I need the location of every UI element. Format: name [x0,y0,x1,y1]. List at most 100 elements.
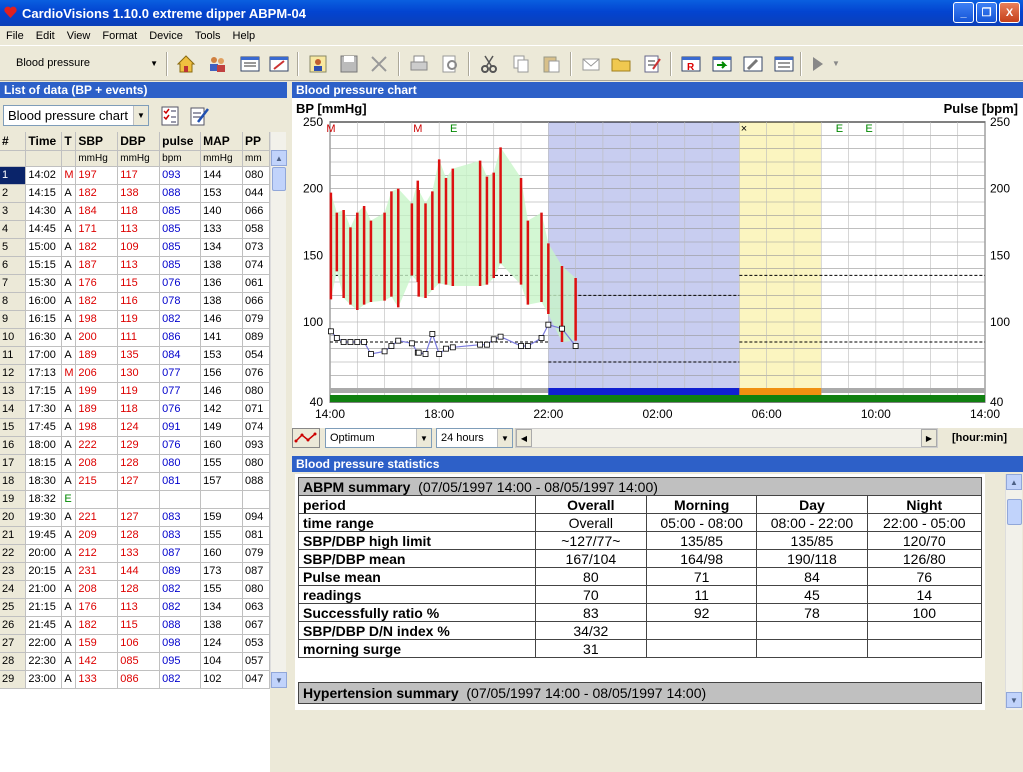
minimize-button[interactable]: _ [953,2,974,23]
table-row[interactable]: 11 17:00 A 189 135 084 153 054 [0,346,270,365]
menu-help[interactable]: Help [227,30,262,42]
edit-record-button[interactable] [266,51,292,77]
table-row[interactable]: 19 18:32 E [0,490,270,509]
table-row[interactable]: 1 14:02 M 197 117 093 144 080 [0,166,270,185]
table-cell: 087 [242,562,270,581]
table-row[interactable]: 13 17:15 A 199 119 077 146 080 [0,382,270,401]
column-header[interactable]: MAP [200,132,243,151]
table-cell: 212 [75,544,119,563]
edit-data-button[interactable] [186,103,212,129]
copy-button[interactable] [508,51,534,77]
column-header[interactable]: T [61,132,77,151]
table-cell: 155 [200,454,243,473]
table-row[interactable]: 21 19:45 A 209 128 083 155 081 [0,526,270,545]
menu-view[interactable]: View [61,30,97,42]
scroll-down-button[interactable]: ▼ [271,672,287,688]
paste-button[interactable] [538,51,564,77]
table-row[interactable]: 5 15:00 A 182 109 085 134 073 [0,238,270,257]
summary-cell: 45 [756,585,868,604]
import-button[interactable] [709,51,735,77]
home-button[interactable] [173,51,199,77]
scroll-down-button[interactable]: ▼ [1006,692,1022,708]
run-button[interactable] [804,51,830,77]
column-header[interactable]: # [0,132,27,151]
mail-button[interactable] [578,51,604,77]
table-row[interactable]: 14 17:30 A 189 118 076 142 071 [0,400,270,419]
col-overall: Overall [534,495,648,514]
scroll-right-button[interactable]: ▶ [921,429,937,447]
chart-style-button[interactable] [292,428,320,448]
table-cell: 12 [0,364,27,383]
table-row[interactable]: 8 16:00 A 182 116 078 138 066 [0,292,270,311]
y-axis-label: BP [mmHg] [296,101,367,116]
table-row[interactable]: 10 16:30 A 200 111 086 141 089 [0,328,270,347]
menu-device[interactable]: Device [143,30,189,42]
scheme-select[interactable]: Optimum ▼ [325,428,432,448]
table-row[interactable]: 4 14:45 A 171 113 085 133 058 [0,220,270,239]
column-header[interactable]: PP [242,132,270,151]
report-button[interactable] [639,51,665,77]
table-row[interactable]: 7 15:30 A 176 115 076 136 061 [0,274,270,293]
menu-file[interactable]: File [0,30,30,42]
table-row[interactable]: 28 22:30 A 142 085 095 104 057 [0,652,270,671]
table-row[interactable]: 23 20:15 A 231 144 089 173 087 [0,562,270,581]
table-row[interactable]: 6 15:15 A 187 113 085 138 074 [0,256,270,275]
patient-card-button[interactable] [305,51,331,77]
menu-edit[interactable]: Edit [30,30,61,42]
table-row[interactable]: 27 22:00 A 159 106 098 124 053 [0,634,270,653]
delete-button[interactable] [366,51,392,77]
table-row[interactable]: 29 23:00 A 133 086 082 102 047 [0,670,270,689]
table-row[interactable]: 2 14:15 A 182 138 088 153 044 [0,184,270,203]
save-button[interactable] [336,51,362,77]
scroll-thumb[interactable] [272,167,286,191]
data-table-scrollbar[interactable]: ▲ ▼ [270,132,287,688]
table-cell: A [61,400,77,419]
print-preview-button[interactable] [437,51,463,77]
menu-tools[interactable]: Tools [189,30,227,42]
run-dropdown-icon[interactable]: ▼ [832,59,840,68]
bp-chart[interactable]: BP [mmHg] Pulse [bpm]250 250200 200150 15010… [292,98,1023,428]
device-settings-button[interactable] [740,51,766,77]
table-row[interactable]: 24 21:00 A 208 128 082 155 080 [0,580,270,599]
menu-format[interactable]: Format [96,30,143,42]
patients-icon [210,57,225,72]
table-cell: 208 [75,454,119,473]
table-row[interactable]: 18 18:30 A 215 127 081 157 088 [0,472,270,491]
scroll-left-button[interactable]: ◀ [516,429,532,447]
scroll-up-button[interactable]: ▲ [1006,474,1022,490]
columns-button[interactable] [157,103,183,129]
patients-button[interactable] [204,51,230,77]
column-header[interactable]: DBP [117,132,161,151]
table-row[interactable]: 17 18:15 A 208 128 080 155 080 [0,454,270,473]
table-row[interactable]: 16 18:00 A 222 129 076 160 093 [0,436,270,455]
table-row[interactable]: 12 17:13 M 206 130 077 156 076 [0,364,270,383]
table-row[interactable]: 22 20:00 A 212 133 087 160 079 [0,544,270,563]
maximize-button[interactable]: ❐ [976,2,997,23]
column-header[interactable]: Time [25,132,63,151]
print-button[interactable] [406,51,432,77]
table-row[interactable]: 15 17:45 A 198 124 091 149 074 [0,418,270,437]
scroll-thumb[interactable] [1007,499,1022,525]
cut-button[interactable] [476,51,502,77]
table-row[interactable]: 25 21:15 A 176 113 082 134 063 [0,598,270,617]
read-device-button[interactable]: R [678,51,704,77]
table-row[interactable]: 3 14:30 A 184 118 085 140 066 [0,202,270,221]
device-list-button[interactable] [771,51,797,77]
close-button[interactable]: X [999,2,1020,23]
table-row[interactable]: 26 21:45 A 182 115 088 138 067 [0,616,270,635]
open-folder-button[interactable] [608,51,634,77]
table-row[interactable]: 9 16:15 A 198 119 082 146 079 [0,310,270,329]
table-cell: 084 [159,346,202,365]
table-row[interactable]: 20 19:30 A 221 127 083 159 094 [0,508,270,527]
measurement-selector[interactable]: Blood pressure ▼ [4,52,162,74]
column-header[interactable]: SBP [75,132,119,151]
range-select[interactable]: 24 hours ▼ [436,428,513,448]
scroll-up-button[interactable]: ▲ [271,150,287,166]
table-cell: 085 [159,256,202,275]
column-header[interactable]: pulse [159,132,202,151]
view-select[interactable]: Blood pressure chart ▼ [3,105,149,126]
list-view-button[interactable] [237,51,263,77]
table-cell: 29 [0,670,27,689]
stats-scrollbar[interactable]: ▲ ▼ [1005,474,1022,710]
chart-hscrollbar[interactable]: ◀ ▶ [515,428,938,448]
